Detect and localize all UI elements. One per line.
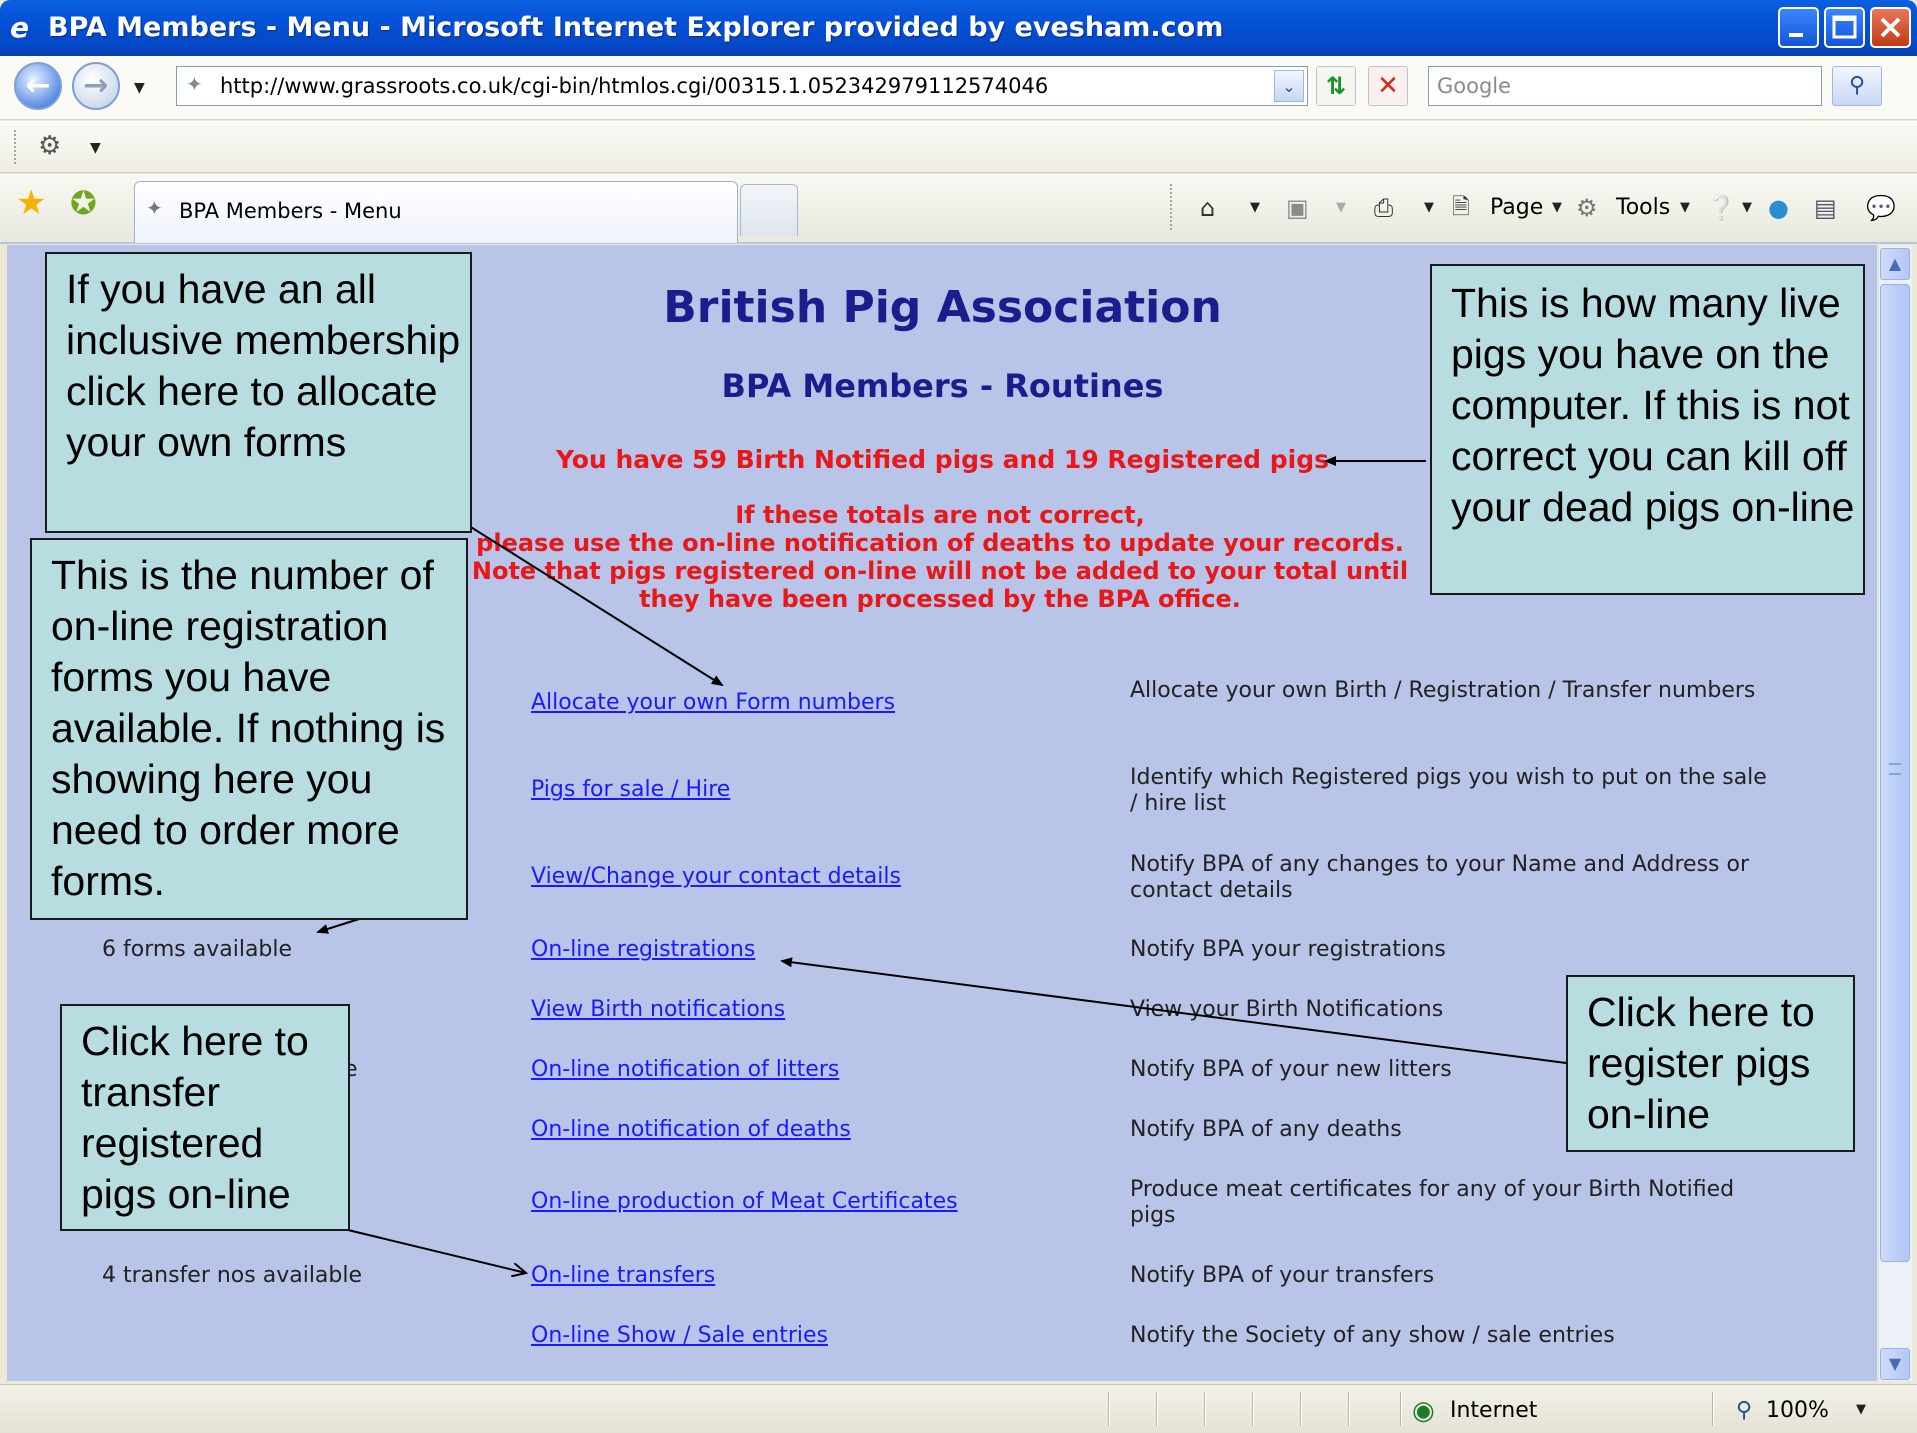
- status-bar: [0, 1384, 1917, 1433]
- callout-forms-available: This is the number of on-line registrati…: [30, 538, 468, 920]
- arrow-to-transfers: [347, 1229, 526, 1273]
- status-separator: [1712, 1392, 1714, 1426]
- status-separator: [1108, 1392, 1110, 1426]
- callout-register: Click here to register pigs on-line: [1566, 975, 1855, 1152]
- status-separator: [1348, 1392, 1350, 1426]
- internet-zone-icon: ◉: [1412, 1396, 1435, 1426]
- arrow-to-registrations: [780, 957, 1567, 1064]
- zoom-level[interactable]: 100%: [1766, 1396, 1829, 1426]
- arrow-to-allocate: [465, 523, 724, 687]
- callout-transfer: Click here to transfer registered pigs o…: [60, 1004, 350, 1231]
- status-separator: [1156, 1392, 1158, 1426]
- status-separator: [1204, 1392, 1206, 1426]
- status-separator: [1300, 1392, 1302, 1426]
- status-separator: [1252, 1392, 1254, 1426]
- security-zone-label: Internet: [1450, 1398, 1538, 1423]
- zoom-dropdown[interactable]: ▼: [1856, 1402, 1866, 1417]
- zoom-icon[interactable]: ⚲: [1736, 1396, 1752, 1426]
- callout-allocate-forms: If you have an all inclusive membership …: [45, 252, 472, 533]
- status-separator: [1400, 1392, 1402, 1426]
- callout-live-pigs: This is how many live pigs you have on t…: [1430, 264, 1865, 595]
